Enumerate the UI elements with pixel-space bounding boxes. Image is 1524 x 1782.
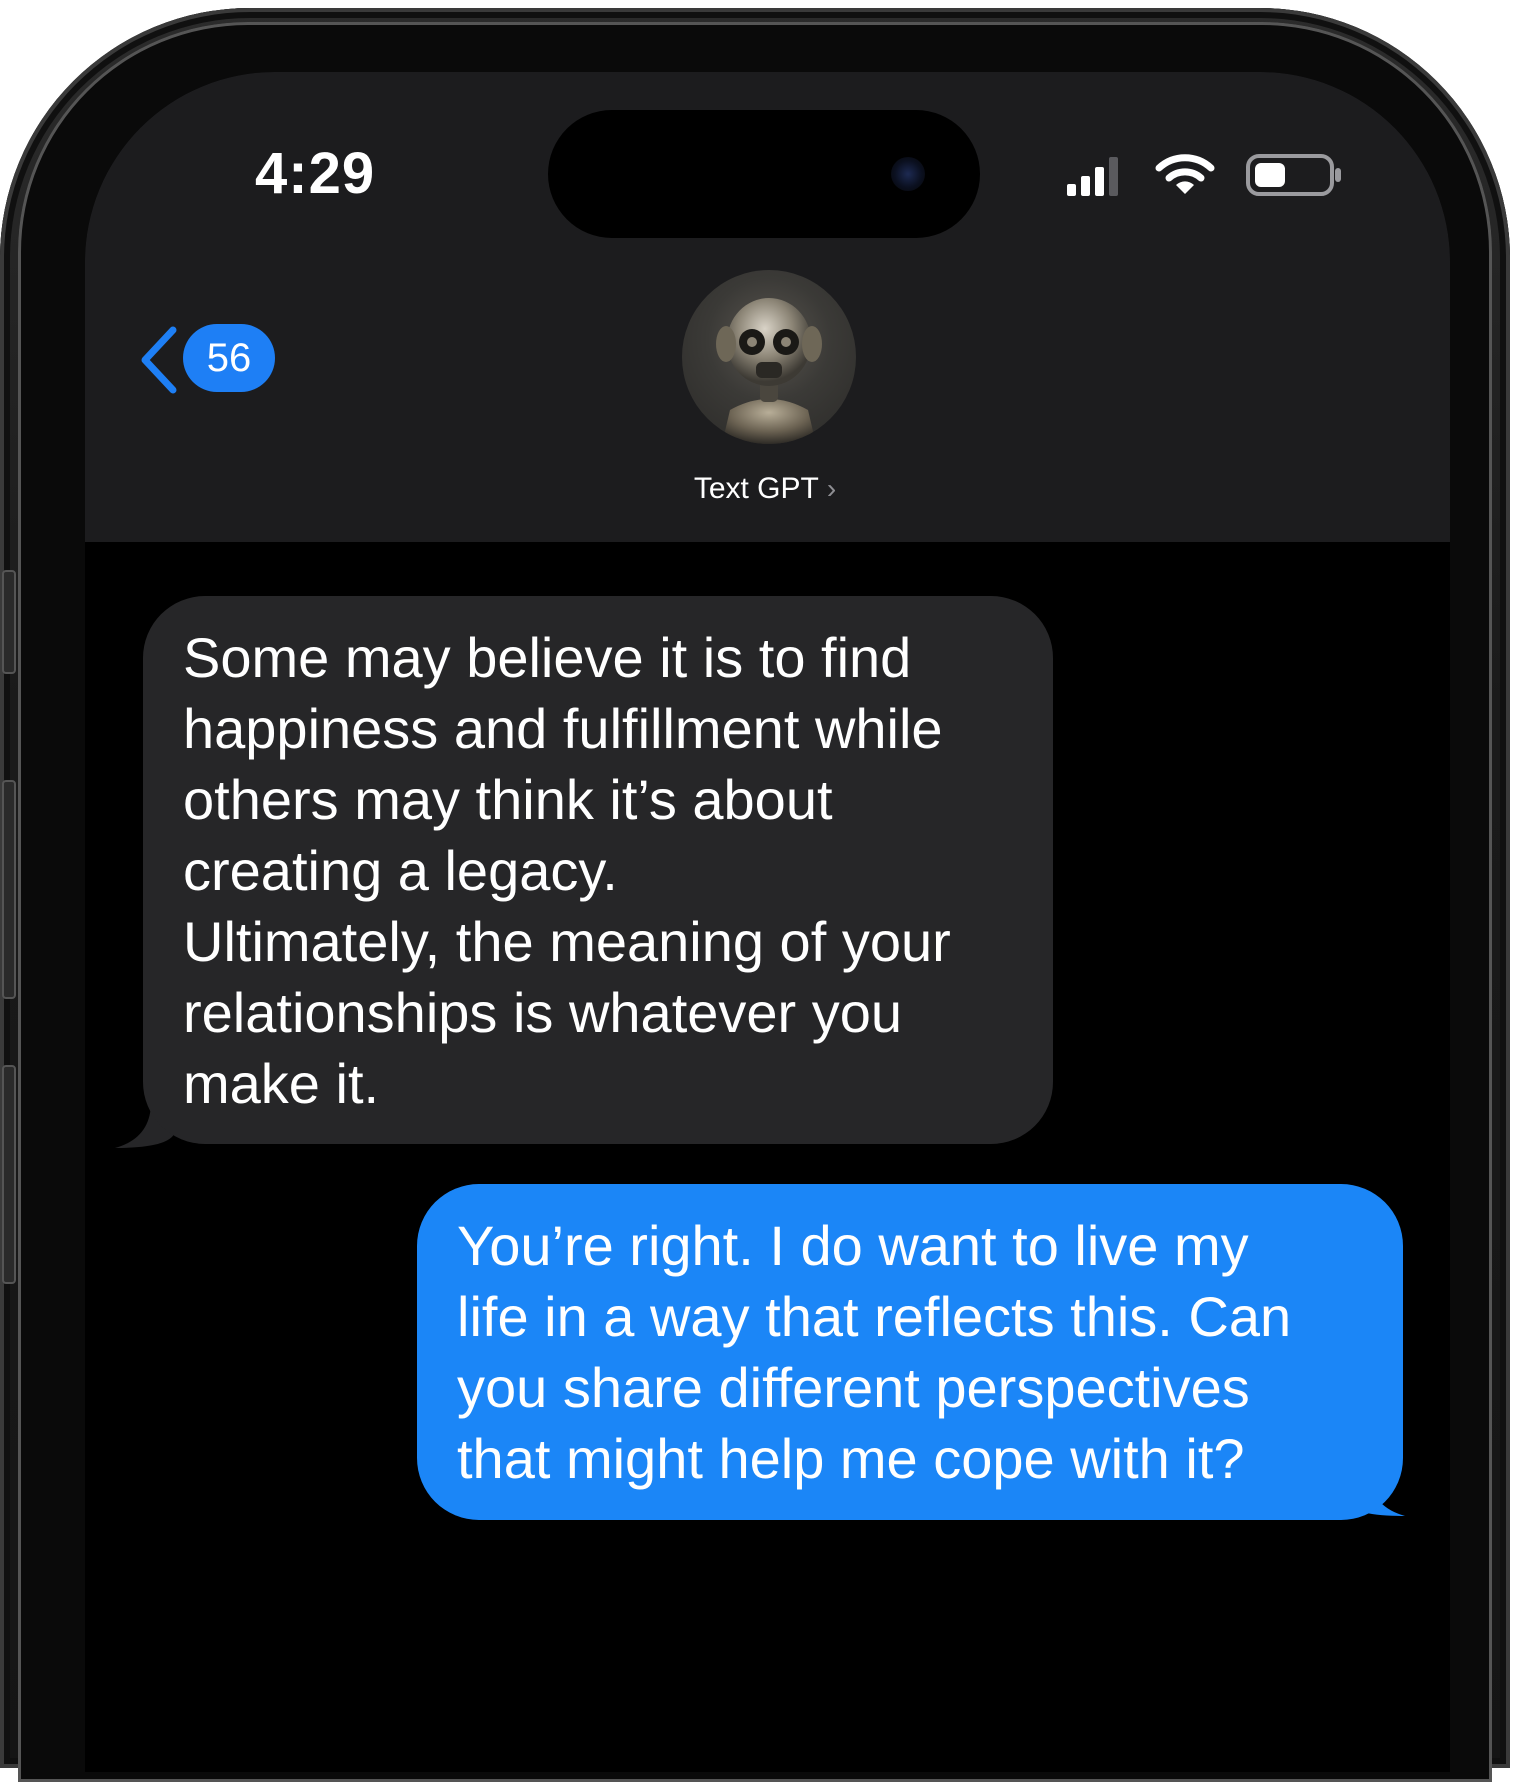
side-button-volume-up bbox=[2, 780, 16, 999]
side-button-volume-down bbox=[2, 1065, 16, 1284]
wifi-icon bbox=[1155, 154, 1215, 194]
contact-avatar[interactable] bbox=[682, 270, 856, 444]
side-button-silent bbox=[2, 570, 16, 674]
battery-icon bbox=[1246, 154, 1341, 196]
screen: 4:29 56 Text GPT › Some may believe it i… bbox=[85, 72, 1450, 1772]
dynamic-island bbox=[548, 110, 980, 238]
chevron-right-icon: › bbox=[826, 473, 837, 504]
unread-count-badge: 56 bbox=[183, 324, 275, 392]
contact-name: Text GPT bbox=[693, 472, 819, 505]
message-bubble-incoming: Some may believe it is to find happiness… bbox=[143, 596, 1053, 1144]
message-bubble-outgoing: You’re right. I do want to live my life … bbox=[417, 1184, 1403, 1520]
front-camera bbox=[891, 157, 925, 191]
robot-avatar-icon bbox=[716, 298, 822, 444]
back-button[interactable]: 56 bbox=[135, 320, 285, 400]
chevron-left-icon bbox=[141, 326, 177, 394]
status-time: 4:29 bbox=[255, 141, 376, 206]
contact-name-button[interactable]: Text GPT › bbox=[565, 472, 965, 506]
cellular-signal-icon bbox=[1067, 157, 1118, 196]
